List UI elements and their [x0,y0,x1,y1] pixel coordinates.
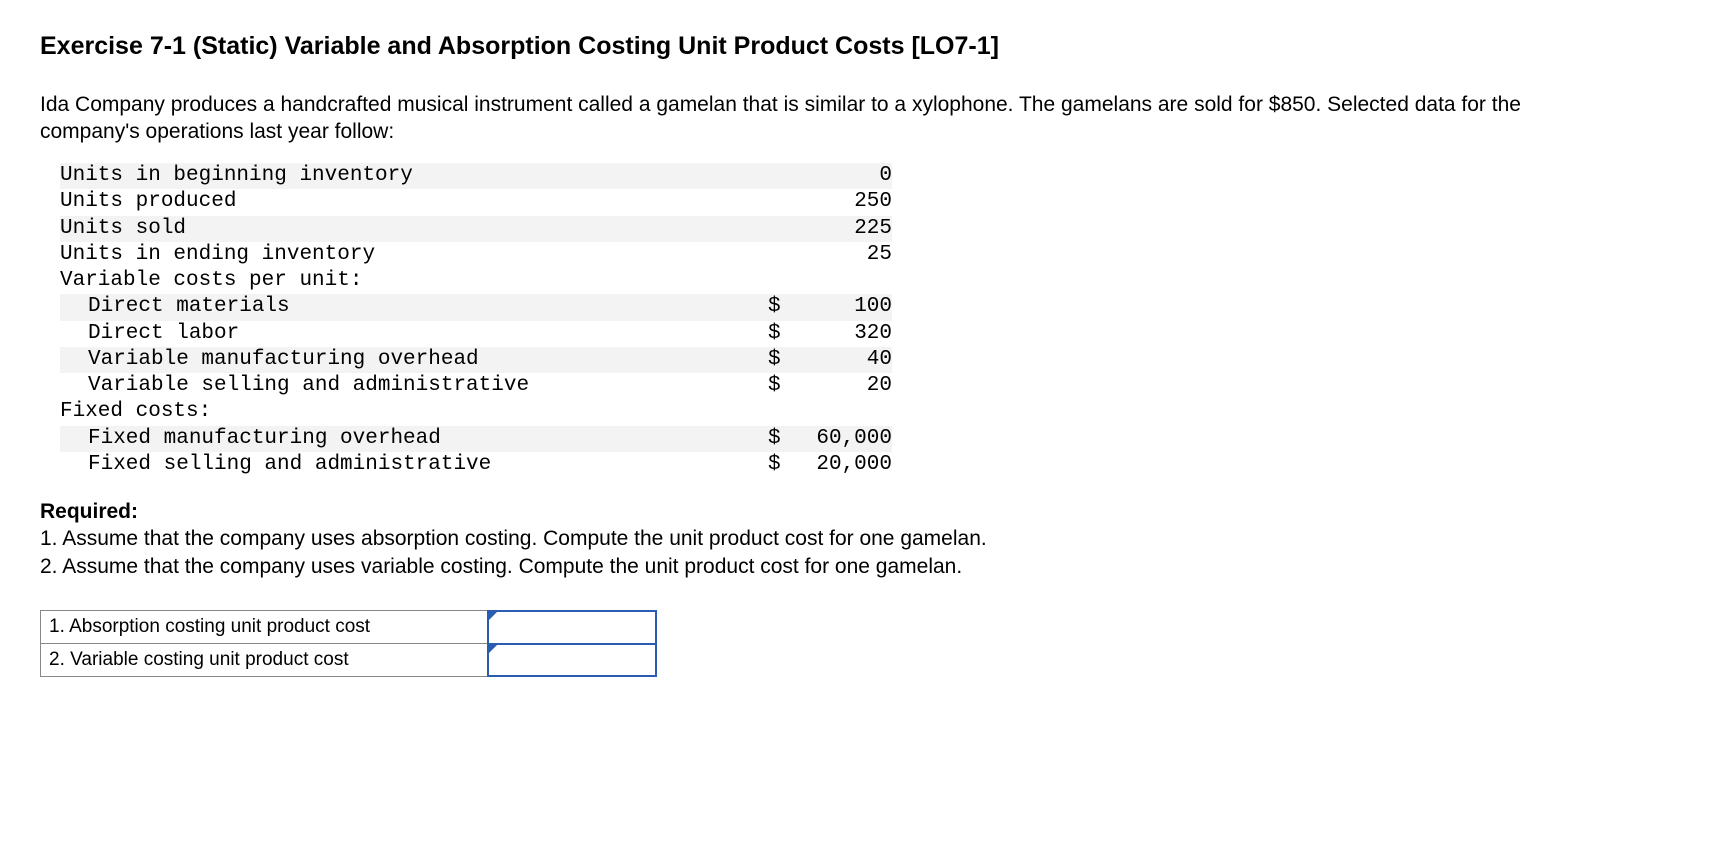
row-currency: $ [768,373,792,399]
cell-marker-icon [489,645,497,653]
intro-paragraph: Ida Company produces a handcrafted music… [40,91,1540,146]
row-value: 250 [792,189,892,215]
row-label: Variable costs per unit: [60,268,768,294]
row-currency: $ [768,321,792,347]
row-label: Direct materials [60,294,768,320]
data-table: Units in beginning inventory 0 Units pro… [60,163,892,478]
row-currency: $ [768,426,792,452]
required-heading: Required: [40,498,1679,525]
row-value: 60,000 [792,426,892,452]
required-q1: 1. Assume that the company uses absorpti… [40,525,1679,552]
row-currency [768,242,792,268]
table-row: Variable costs per unit: [60,268,892,294]
answer-table: 1. Absorption costing unit product cost … [40,610,657,677]
answer1-input[interactable] [497,615,647,640]
cell-marker-icon [489,612,497,620]
table-row: Units in ending inventory 25 [60,242,892,268]
table-row: Variable manufacturing overhead $ 40 [60,347,892,373]
row-label: Units produced [60,189,768,215]
required-q2: 2. Assume that the company uses variable… [40,553,1679,580]
row-currency [768,268,792,294]
table-row: Fixed costs: [60,399,892,425]
required-block: Required: 1. Assume that the company use… [40,498,1679,580]
table-row: Units produced 250 [60,189,892,215]
table-row: Units sold 225 [60,216,892,242]
table-row: Direct labor $ 320 [60,321,892,347]
answer2-input[interactable] [497,647,647,672]
answer2-cell[interactable] [488,644,656,677]
row-currency [768,399,792,425]
row-value: 40 [792,347,892,373]
row-currency: $ [768,452,792,478]
row-value: 320 [792,321,892,347]
row-value: 20 [792,373,892,399]
answer2-label: 2. Variable costing unit product cost [41,644,489,677]
row-value: 25 [792,242,892,268]
row-label: Variable selling and administrative [60,373,768,399]
row-value: 100 [792,294,892,320]
row-label: Fixed manufacturing overhead [60,426,768,452]
table-row: Units in beginning inventory 0 [60,163,892,189]
table-row: Fixed selling and administrative $ 20,00… [60,452,892,478]
row-value: 0 [792,163,892,189]
row-currency [768,163,792,189]
table-row: Fixed manufacturing overhead $ 60,000 [60,426,892,452]
table-row: Direct materials $ 100 [60,294,892,320]
row-label: Variable manufacturing overhead [60,347,768,373]
row-value: 20,000 [792,452,892,478]
row-label: Units sold [60,216,768,242]
row-label: Fixed costs: [60,399,768,425]
row-value [792,268,892,294]
row-value: 225 [792,216,892,242]
row-label: Units in beginning inventory [60,163,768,189]
answer1-label: 1. Absorption costing unit product cost [41,611,489,644]
row-currency [768,189,792,215]
row-currency: $ [768,294,792,320]
answer-row-absorption: 1. Absorption costing unit product cost [41,611,657,644]
row-currency: $ [768,347,792,373]
answer-row-variable: 2. Variable costing unit product cost [41,644,657,677]
row-currency [768,216,792,242]
table-row: Variable selling and administrative $ 20 [60,373,892,399]
exercise-title: Exercise 7-1 (Static) Variable and Absor… [40,30,1679,63]
row-label: Units in ending inventory [60,242,768,268]
answer1-cell[interactable] [488,611,656,644]
row-label: Direct labor [60,321,768,347]
row-value [792,399,892,425]
row-label: Fixed selling and administrative [60,452,768,478]
